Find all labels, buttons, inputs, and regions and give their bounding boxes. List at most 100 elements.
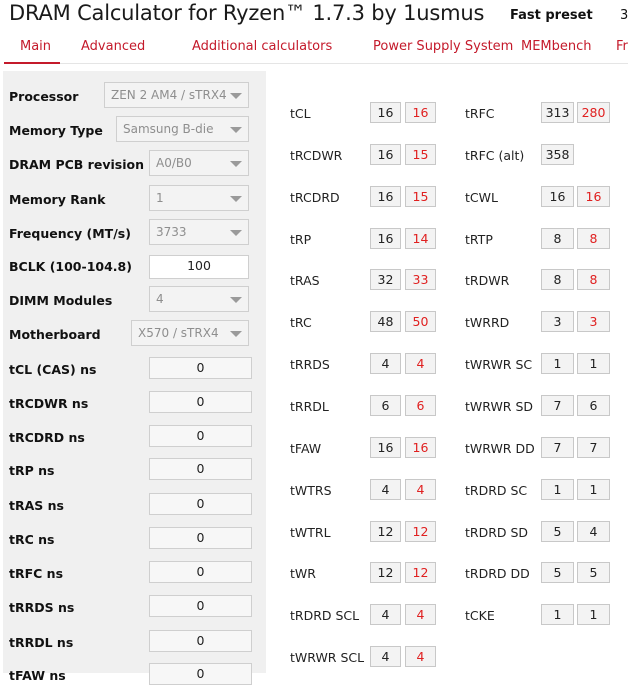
timing-alt-value: 5 bbox=[577, 562, 610, 583]
ns-field-input[interactable]: 0 bbox=[149, 595, 252, 617]
timing-label: tRFC bbox=[465, 106, 495, 121]
ns-field-input[interactable]: 0 bbox=[149, 458, 252, 480]
ns-field-input[interactable]: 0 bbox=[149, 527, 252, 549]
memory-rank-row: Memory Rank 1 bbox=[3, 185, 266, 215]
timing-alt-value: 16 bbox=[405, 102, 436, 123]
chevron-down-icon bbox=[230, 230, 242, 236]
active-tab-indicator bbox=[4, 62, 60, 64]
timing-label: tWRRD bbox=[465, 315, 510, 330]
timing-calculated-value: 32 bbox=[370, 269, 401, 290]
processor-row: Processor ZEN 2 AM4 / sTRX4 bbox=[3, 82, 266, 112]
memory-type-select[interactable]: Samsung B-die bbox=[116, 116, 249, 142]
memory-rank-label: Memory Rank bbox=[9, 192, 106, 207]
memory-rank-select[interactable]: 1 bbox=[149, 185, 249, 211]
timing-calculated-value: 1 bbox=[541, 479, 574, 500]
timing-label: tFAW bbox=[290, 441, 322, 456]
timing-label: tRDWR bbox=[465, 273, 510, 288]
timing-calculated-value: 1 bbox=[541, 604, 574, 625]
tab-main[interactable]: Main bbox=[20, 39, 51, 54]
memory-type-row: Memory Type Samsung B-die bbox=[3, 116, 266, 146]
chevron-down-icon bbox=[230, 93, 242, 99]
ns-field-row: tRRDS ns 0 bbox=[3, 593, 266, 623]
ns-field-label: tRRDL ns bbox=[9, 635, 74, 650]
bclk-input[interactable]: 100 bbox=[149, 255, 249, 279]
processor-label: Processor bbox=[9, 89, 79, 104]
ns-field-row: tCL (CAS) ns 0 bbox=[3, 355, 266, 385]
timing-alt-value: 4 bbox=[405, 604, 436, 625]
timing-alt-value: 4 bbox=[405, 646, 436, 667]
dimm-modules-label: DIMM Modules bbox=[9, 293, 113, 308]
timing-label: tRFC (alt) bbox=[465, 148, 525, 163]
ns-field-input[interactable]: 0 bbox=[149, 663, 252, 685]
timing-alt-value: 4 bbox=[405, 353, 436, 374]
timing-calculated-value: 4 bbox=[370, 479, 401, 500]
dimm-modules-select[interactable]: 4 bbox=[149, 286, 249, 312]
timing-calculated-value: 8 bbox=[541, 269, 574, 290]
timing-label: tRRDL bbox=[290, 399, 329, 414]
ns-field-label: tRC ns bbox=[9, 532, 55, 547]
timing-calculated-value: 12 bbox=[370, 562, 401, 583]
timing-calculated-value: 16 bbox=[370, 186, 401, 207]
ns-field-input[interactable]: 0 bbox=[149, 357, 252, 379]
timing-label: tRDRD SC bbox=[465, 483, 528, 498]
timing-calculated-value: 48 bbox=[370, 311, 401, 332]
tab-fr[interactable]: Fr bbox=[616, 39, 628, 54]
timing-alt-value: 4 bbox=[577, 521, 610, 542]
ns-field-input[interactable]: 0 bbox=[149, 561, 252, 583]
timing-calculated-value: 6 bbox=[370, 395, 401, 416]
timing-alt-value: 8 bbox=[577, 228, 610, 249]
ns-field-row: tRCDWR ns 0 bbox=[3, 389, 266, 419]
processor-value: ZEN 2 AM4 / sTRX4 bbox=[111, 88, 227, 102]
dimm-modules-value: 4 bbox=[156, 292, 164, 306]
chevron-down-icon bbox=[230, 297, 242, 303]
motherboard-row: Motherboard X570 / sTRX4 bbox=[3, 320, 266, 350]
memory-type-value: Samsung B-die bbox=[123, 122, 214, 136]
frequency-row: Frequency (MT/s) 3733 bbox=[3, 219, 266, 249]
timing-calculated-value: 358 bbox=[541, 144, 574, 165]
dimm-modules-row: DIMM Modules 4 bbox=[3, 286, 266, 316]
timing-label: tRAS bbox=[290, 273, 320, 288]
tab-advanced[interactable]: Advanced bbox=[81, 39, 145, 54]
timing-alt-value: 14 bbox=[405, 228, 436, 249]
processor-select[interactable]: ZEN 2 AM4 / sTRX4 bbox=[104, 82, 249, 108]
memory-rank-value: 1 bbox=[156, 191, 164, 205]
frequency-select[interactable]: 3733 bbox=[149, 219, 249, 245]
timing-label: tWRWR DD bbox=[465, 441, 535, 456]
frequency-value: 3733 bbox=[156, 225, 187, 239]
pcb-revision-row: DRAM PCB revision A0/B0 bbox=[3, 150, 266, 180]
ns-field-input[interactable]: 0 bbox=[149, 630, 252, 652]
timing-alt-value: 16 bbox=[405, 437, 436, 458]
timing-calculated-value: 16 bbox=[370, 437, 401, 458]
motherboard-value: X570 / sTRX4 bbox=[138, 326, 219, 340]
ns-field-input[interactable]: 0 bbox=[149, 391, 252, 413]
timing-label: tRDRD SD bbox=[465, 525, 529, 540]
timing-calculated-value: 16 bbox=[541, 186, 574, 207]
timing-calculated-value: 313 bbox=[541, 102, 574, 123]
tab-bar-divider bbox=[60, 63, 628, 64]
timing-label: tRCDRD bbox=[290, 190, 340, 205]
timing-label: tWR bbox=[290, 566, 316, 581]
timing-alt-value: 4 bbox=[405, 479, 436, 500]
tab-membench[interactable]: MEMbench bbox=[521, 39, 592, 54]
timing-calculated-value: 7 bbox=[541, 437, 574, 458]
ns-field-row: tRRDL ns 0 bbox=[3, 628, 266, 658]
ns-field-input[interactable]: 0 bbox=[149, 425, 252, 447]
timing-calculated-value: 16 bbox=[370, 228, 401, 249]
ns-field-input[interactable]: 0 bbox=[149, 493, 252, 515]
tab-additional-calculators[interactable]: Additional calculators bbox=[192, 39, 332, 54]
tab-power-supply-system[interactable]: Power Supply System bbox=[373, 39, 513, 54]
timing-calculated-value: 4 bbox=[370, 604, 401, 625]
timing-alt-value: 1 bbox=[577, 353, 610, 374]
motherboard-select[interactable]: X570 / sTRX4 bbox=[131, 320, 249, 346]
preset-value[interactable]: 3 bbox=[620, 8, 628, 23]
timing-calculated-value: 16 bbox=[370, 102, 401, 123]
pcb-revision-value: A0/B0 bbox=[156, 156, 192, 170]
chevron-down-icon bbox=[230, 127, 242, 133]
pcb-revision-select[interactable]: A0/B0 bbox=[149, 150, 249, 176]
chevron-down-icon bbox=[230, 331, 242, 337]
ns-field-label: tCL (CAS) ns bbox=[9, 362, 97, 377]
timing-calculated-value: 4 bbox=[370, 353, 401, 374]
ns-field-row: tRCDRD ns 0 bbox=[3, 423, 266, 453]
timing-alt-value: 15 bbox=[405, 186, 436, 207]
timing-alt-value: 6 bbox=[405, 395, 436, 416]
